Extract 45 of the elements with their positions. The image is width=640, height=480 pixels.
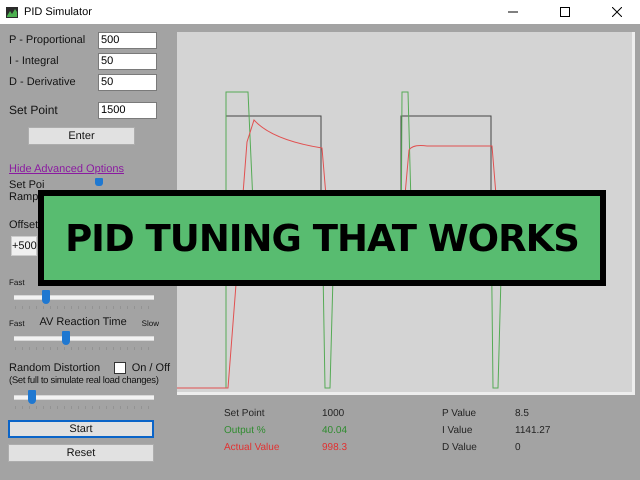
banner-text: PID TUNING THAT WORKS — [65, 216, 579, 260]
reset-button[interactable]: Reset — [8, 444, 154, 462]
slider-label: Slow — [142, 319, 159, 328]
slider-thumb[interactable] — [62, 331, 70, 345]
slider-thumb[interactable] — [28, 390, 36, 404]
offset-label: Offset — [9, 219, 40, 231]
field-label: P - Proportional — [9, 34, 86, 46]
close-icon — [612, 7, 622, 17]
window-title: PID Simulator — [24, 6, 93, 18]
app-icon — [6, 6, 18, 18]
checkbox[interactable] — [114, 362, 126, 374]
readout-value: 1000 — [322, 408, 346, 419]
field-label: I - Integral — [9, 55, 60, 67]
readout-label: Actual Value — [224, 442, 280, 453]
checkbox-label: On / Off — [132, 362, 170, 374]
input-field[interactable]: 1500 — [98, 102, 157, 118]
ramp-label: Set Poi — [9, 179, 44, 191]
readout-value: 0 — [515, 442, 522, 453]
readout-label: I Value — [442, 425, 474, 436]
distortion-note: (Set full to simulate real load changes) — [9, 375, 159, 387]
readout-label: D Value — [442, 442, 478, 453]
readout-label: Output % — [224, 425, 267, 436]
field-label: Set Point — [9, 103, 59, 117]
readout-value: 998.3 — [322, 442, 348, 453]
readout-value: 1141.27 — [515, 425, 552, 436]
maximize-icon — [560, 7, 570, 17]
slider-thumb[interactable] — [42, 290, 50, 304]
slider-label: Fast — [9, 319, 25, 328]
readout-label: P Value — [442, 408, 478, 419]
readout-value: 8.5 — [515, 408, 530, 419]
input-field[interactable]: 50 — [98, 52, 157, 70]
slider-label: AV Reaction Time — [39, 316, 127, 328]
offset-button[interactable]: +500 — [11, 236, 37, 256]
field-label: D - Derivative — [9, 76, 77, 88]
ramp-label: Ramp — [9, 191, 38, 203]
distortion-label: Random Distortion — [9, 362, 100, 374]
slider-thumb[interactable] — [95, 178, 103, 186]
minimize-icon — [508, 11, 518, 13]
input-field[interactable]: 500 — [98, 32, 157, 48]
start-button[interactable]: Start — [8, 420, 154, 438]
slider-label: Fast — [9, 278, 25, 287]
readout-label: Set Point — [224, 408, 266, 419]
enter-button[interactable]: Enter — [28, 127, 135, 145]
input-field[interactable]: 50 — [98, 74, 157, 90]
readout-value: 40.04 — [322, 425, 348, 436]
